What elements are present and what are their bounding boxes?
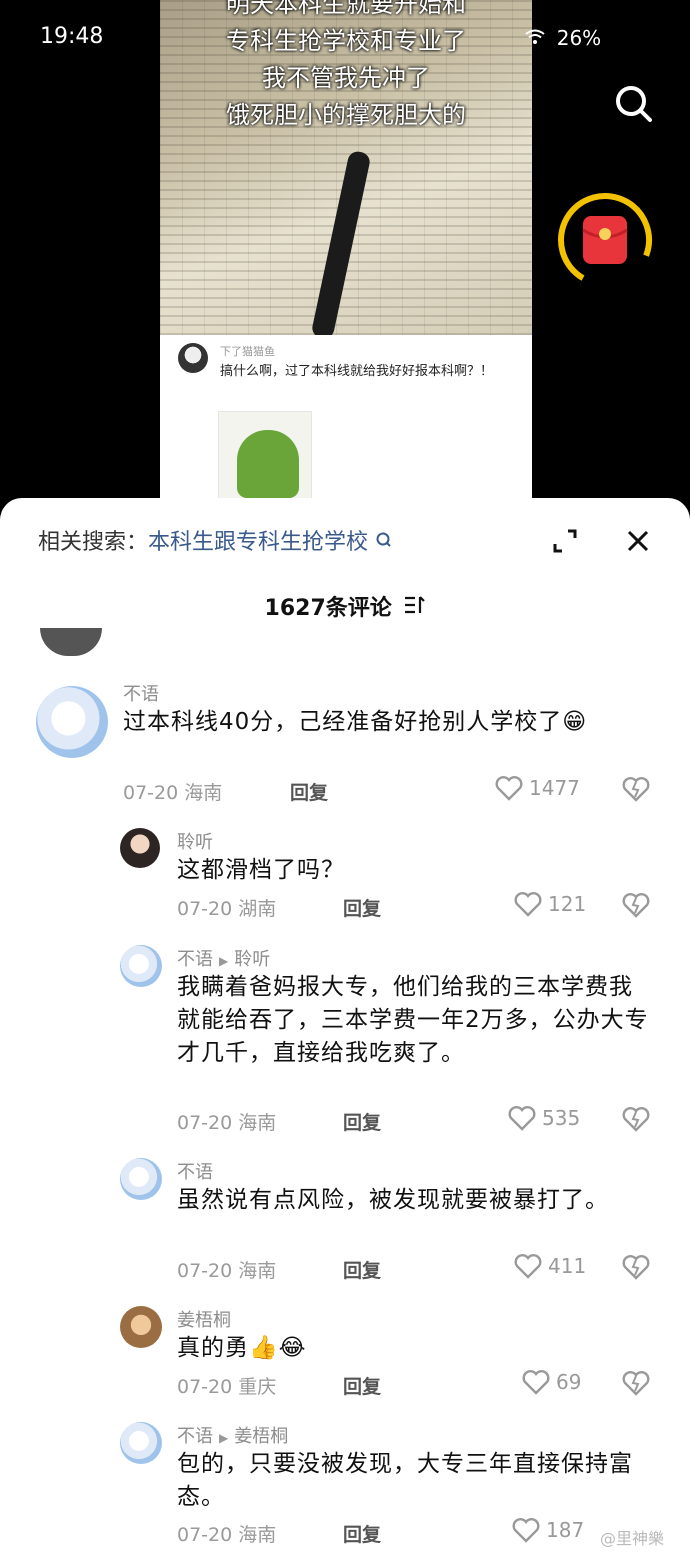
comment-meta: 07-20 海南 xyxy=(177,1112,277,1134)
avatar[interactable] xyxy=(120,828,160,868)
like-count: 187 xyxy=(546,1518,585,1542)
dislike-icon[interactable] xyxy=(622,1106,650,1132)
like-count: 535 xyxy=(542,1106,581,1130)
comment-meta: 07-20 湖南 xyxy=(177,898,277,920)
post-avatar xyxy=(178,343,208,373)
comment-meta: 07-20 海南 xyxy=(123,782,223,804)
caption-line: 饿死胆小的撑死胆大的 xyxy=(226,101,466,129)
wifi-icon xyxy=(525,29,551,50)
avatar[interactable] xyxy=(36,686,108,758)
like-button[interactable]: 1477 xyxy=(495,775,580,801)
video-player[interactable]: 明天本科生就要开始和 专科生抢学校和专业了 我不管我先冲了 饿死胆小的撑死胆大的… xyxy=(160,0,532,500)
frog-sticker xyxy=(237,430,299,498)
reply-button[interactable]: 回复 xyxy=(343,1108,381,1135)
reply-button[interactable]: 回复 xyxy=(343,1372,381,1399)
reply-arrow-icon: ▶ xyxy=(219,1431,229,1445)
like-button[interactable]: 187 xyxy=(512,1517,584,1543)
battery-level: 26% xyxy=(556,26,602,50)
heart-icon xyxy=(522,1370,550,1395)
dislike-icon[interactable] xyxy=(622,1370,650,1396)
watermark: @里神樂 xyxy=(600,1529,665,1548)
reply-button[interactable]: 回复 xyxy=(343,894,381,921)
expand-icon[interactable] xyxy=(552,528,578,554)
heart-icon xyxy=(495,776,523,801)
heart-icon xyxy=(512,1518,540,1543)
dislike-icon[interactable] xyxy=(622,892,650,918)
comment-username: 不语 ▶ 姜梧桐 xyxy=(177,1426,289,1447)
comment-meta: 07-20 海南 xyxy=(177,1524,277,1546)
status-indicators: 26% xyxy=(525,26,601,50)
red-packet-icon[interactable] xyxy=(555,190,655,290)
avatar[interactable] xyxy=(40,628,102,656)
sort-icon[interactable] xyxy=(403,596,426,621)
close-icon[interactable] xyxy=(625,528,651,554)
comment-meta: 07-20 海南 xyxy=(177,1260,277,1282)
heart-icon xyxy=(508,1106,536,1131)
comment-count: 1627条评论 xyxy=(264,596,392,621)
comment-text: 虽然说有点风险，被发现就要被暴打了。 xyxy=(177,1187,609,1213)
like-button[interactable]: 121 xyxy=(514,891,586,917)
like-button[interactable]: 411 xyxy=(514,1253,586,1279)
like-count: 69 xyxy=(556,1370,582,1394)
comment-count-title: 1627条评论 xyxy=(0,590,690,622)
related-search-query[interactable]: 本科生跟专科生抢学校 xyxy=(148,530,368,555)
comment-text: 我瞒着爸妈报大专，他们给我的三本学费我就能给吞了，三本学费一年2万多，公办大专才… xyxy=(177,974,649,1066)
search-icon xyxy=(375,530,393,555)
status-bar: 19:48 26% xyxy=(0,0,690,70)
reply-button[interactable]: 回复 xyxy=(290,778,328,805)
comment-meta: 07-20 重庆 xyxy=(177,1376,277,1398)
comment-username[interactable]: 姜梧桐 xyxy=(177,1306,231,1332)
like-button[interactable]: 69 xyxy=(522,1369,581,1395)
post-text: 搞什么啊，过了本科线就给我好好报本科啊？！ xyxy=(220,364,494,379)
status-time: 19:48 xyxy=(40,24,104,49)
heart-icon xyxy=(514,892,542,917)
comment-sheet: 相关搜索：本科生跟专科生抢学校 1627条评论 不语 过本科线40分，己经准备好… xyxy=(0,498,690,1557)
comment-username[interactable]: 聆听 xyxy=(177,828,213,854)
pen-image xyxy=(310,149,372,341)
comment-text: 这都滑档了吗？ xyxy=(177,857,345,883)
dislike-icon[interactable] xyxy=(622,1254,650,1280)
like-count: 1477 xyxy=(529,776,580,800)
avatar[interactable] xyxy=(120,1422,162,1464)
post-username: 下了猫猫鱼 xyxy=(220,345,275,358)
like-button[interactable]: 535 xyxy=(508,1105,580,1131)
reply-button[interactable]: 回复 xyxy=(343,1256,381,1283)
heart-icon xyxy=(514,1254,542,1279)
comment-text: 过本科线40分，己经准备好抢别人学校了😁 xyxy=(123,709,588,735)
like-count: 411 xyxy=(548,1254,587,1278)
dislike-icon[interactable] xyxy=(622,776,650,802)
like-count: 121 xyxy=(548,892,587,916)
reply-button[interactable]: 回复 xyxy=(343,1520,381,1547)
avatar[interactable] xyxy=(120,945,162,987)
comment-text: 真的勇👍😂 xyxy=(177,1335,307,1361)
comment-username: 不语 ▶ 聆听 xyxy=(177,949,271,970)
search-icon[interactable] xyxy=(610,80,658,128)
comment-text: 包的，只要没被发现，大专三年直接保持富态。 xyxy=(177,1451,633,1510)
post-sticker-image xyxy=(218,411,312,500)
reply-arrow-icon: ▶ xyxy=(219,954,229,968)
avatar[interactable] xyxy=(120,1306,162,1348)
embedded-post: 下了猫猫鱼 搞什么啊，过了本科线就给我好好报本科啊？！ xyxy=(160,335,532,500)
related-search-label: 相关搜索： xyxy=(38,530,149,555)
avatar[interactable] xyxy=(120,1158,162,1200)
comment-username[interactable]: 不语 xyxy=(177,1158,213,1184)
related-search[interactable]: 相关搜索：本科生跟专科生抢学校 xyxy=(38,524,393,556)
comment-username[interactable]: 不语 xyxy=(123,680,159,706)
